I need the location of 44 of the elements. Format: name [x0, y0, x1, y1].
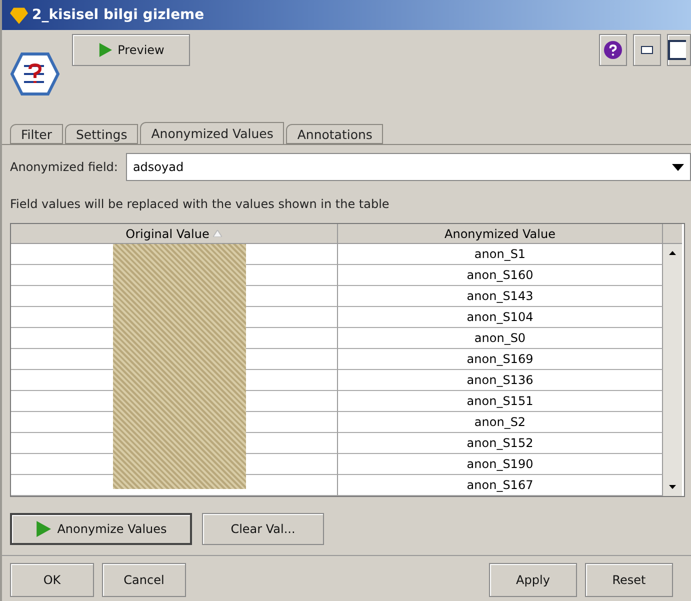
tab[interactable]: Anonymized Values [140, 122, 284, 144]
dialog-button[interactable]: Reset [585, 563, 673, 597]
minimize-icon [641, 46, 653, 54]
table-cell: anon_S169 [338, 349, 663, 370]
action-button[interactable]: Anonymize Values [10, 513, 192, 545]
node-icon [10, 52, 60, 96]
preview-button[interactable]: Preview [72, 34, 190, 66]
table-cell: anon_S104 [338, 307, 663, 328]
maximize-button[interactable] [667, 34, 691, 66]
scroll-down-icon [669, 485, 676, 489]
field-label: Anonymized field: [10, 160, 118, 174]
play-icon [98, 43, 112, 57]
maximize-icon [668, 40, 686, 60]
table-cell: anon_S160 [338, 265, 663, 286]
column-header[interactable]: Original Value [11, 224, 338, 244]
dialog-button[interactable]: Apply [489, 563, 577, 597]
tab[interactable]: Annotations [286, 124, 384, 144]
dialog-button[interactable]: Cancel [102, 563, 186, 597]
table-cell: anon_S1 [338, 244, 663, 265]
dropdown-arrow-icon [672, 164, 684, 170]
window-title: 2_kisisel bilgi gizleme [32, 7, 204, 23]
minimize-button[interactable] [633, 34, 661, 66]
table-cell: anon_S136 [338, 370, 663, 391]
action-button[interactable]: Clear Val... [202, 513, 324, 545]
table-cell: anon_S0 [338, 328, 663, 349]
help-icon [604, 41, 622, 59]
scroll-up-icon [669, 251, 676, 255]
table-cell: anon_S152 [338, 433, 663, 454]
table-cell: anon_S2 [338, 412, 663, 433]
table-cell: anon_S143 [338, 286, 663, 307]
tab[interactable]: Settings [64, 124, 138, 144]
field-dropdown[interactable]: adsoyad [126, 153, 691, 181]
tab[interactable]: Filter [10, 124, 63, 144]
table-cell: anon_S190 [338, 454, 663, 475]
column-header[interactable]: Anonymized Value [338, 224, 663, 244]
dialog-button[interactable]: OK [10, 563, 94, 597]
table-cell: anon_S167 [338, 475, 663, 496]
play-icon [35, 521, 52, 537]
scrollbar[interactable] [663, 244, 682, 496]
header-corner [663, 224, 682, 244]
help-button[interactable] [599, 34, 627, 66]
description-text: Field values will be replaced with the values shown in the table [10, 197, 390, 211]
diamond-icon [10, 6, 28, 24]
table-cell: anon_S151 [338, 391, 663, 412]
